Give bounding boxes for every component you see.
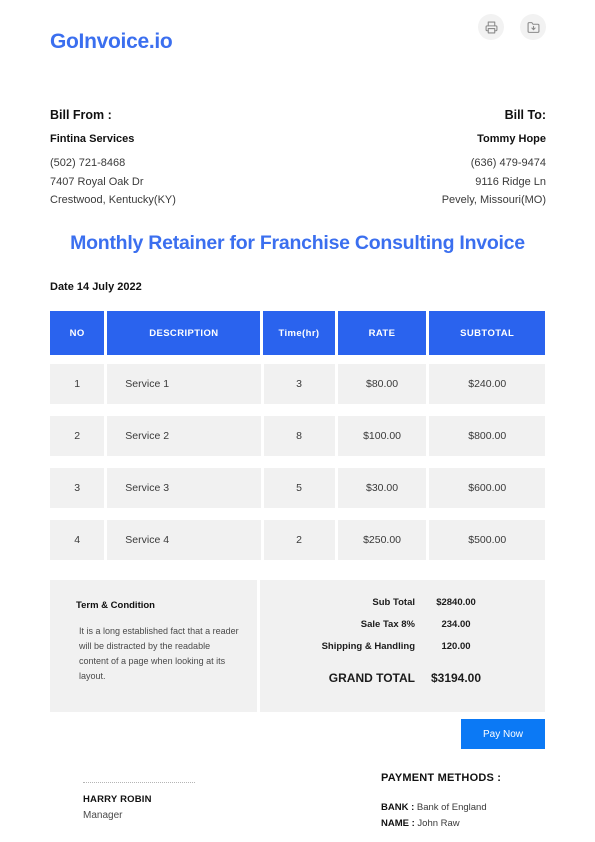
table-body: 1 Service 1 3 $80.00 $240.00 2 Service 2 8 $100.… [50,364,545,560]
bill-from-name: Fintina Services [50,133,135,145]
signature-line [83,782,195,783]
signature-role: Manager [83,810,123,821]
cell-time: 8 [263,416,335,456]
shipping-row: Shipping & Handling 120.00 [260,641,497,652]
invoice-title: Monthly Retainer for Franchise Consultin… [70,232,525,254]
cell-time: 2 [263,520,335,560]
payment-name-label: NAME : [381,818,415,829]
cell-description: Service 3 [107,468,261,508]
table-header: NO DESCRIPTION Time(hr) RATE SUBTOTAL [50,311,545,355]
totals-block: Sub Total $2840.00 Sale Tax 8% 234.00 Sh… [260,580,545,712]
column-header-description: DESCRIPTION [107,311,261,355]
bill-from-address-line1: 7407 Royal Oak Dr [50,175,144,188]
print-button[interactable] [478,14,504,40]
tax-label: Sale Tax 8% [360,619,415,630]
invoice-page: GoInvoice.io Bill From: Fintina Service… [0,0,595,842]
terms-and-conditions-block: Term & Condition It is a long establishe… [50,580,257,712]
bill-to-phone: (636) 479-9474 [470,157,546,169]
signature-block: HARRY ROBIN Manager [83,782,243,821]
payment-methods-block: PAYMENT METHODS : BANK : Bank of England… [381,772,501,832]
cell-description: Service 1 [107,364,261,404]
subtotal-label: Sub Total [372,597,415,608]
bill-from-block: Bill From : Fintina Services (502) 721-8… [50,108,176,210]
cell-rate: $30.00 [337,468,427,508]
cell-no: 1 [50,364,105,404]
invoice-date: Date 14 July 2022 [50,281,142,293]
cell-rate: $80.00 [337,364,427,404]
column-header-time: Time(hr) [263,311,335,355]
subtotal-value: $2840.00 [436,597,476,608]
payment-name-value: John Raw [417,818,460,829]
bill-to-address-line2: Pevely, Missouri(MO) [441,194,546,206]
subtotal-row: Sub Total $2840.00 [260,597,497,608]
payment-bank-value: Bank of England [416,802,487,813]
cell-description: Service 4 [107,520,261,560]
bill-to-heading: Bill To: [504,108,546,122]
cell-no: 2 [50,416,105,456]
column-header-rate: RATE [337,311,427,355]
bill-to-name: Tommy Hope [477,133,546,145]
download-folder-icon [527,21,540,34]
grand-total-value: $3194.00 [430,671,482,685]
billing-section: Bill From : Fintina Services (502) 721-8… [50,108,546,210]
bill-to-block: Bill To: Tommy Hope (636) 479-9474 9116 … [442,108,546,210]
shipping-label: Shipping & Handling [321,641,415,652]
cell-rate: $250.00 [337,520,427,560]
table-row: 1 Service 1 3 $80.00 $240.00 [50,364,545,404]
terms-body: It is a long established fact that a rea… [79,626,239,681]
cell-no: 4 [50,520,105,560]
top-bar: GoInvoice.io [0,0,595,72]
cell-subtotal: $800.00 [429,416,545,456]
toolbar-actions [478,14,546,40]
payment-name-row: NAME : John Raw [381,816,501,832]
pay-now-button[interactable]: Pay Now [461,719,545,749]
bill-to-address-line1: 9116 Ridge Ln [475,175,546,188]
grand-total-row: GRAND TOTAL $3194.00 [260,671,497,685]
tax-row: Sale Tax 8% 234.00 [260,619,497,630]
cell-subtotal: $240.00 [429,364,545,404]
bill-from-address-line2: Crestwood, Kentucky(KY) [50,194,176,206]
cell-rate: $100.00 [337,416,427,456]
line-items-table: NO DESCRIPTION Time(hr) RATE SUBTOTAL 1S… [50,311,545,572]
bill-from-phone: (502) 721-8468 [50,157,126,169]
tax-value: 234.00 [441,619,471,630]
column-header-subtotal: SUBTOTAL [429,311,545,355]
payment-bank-label: BANK : [381,802,415,813]
printer-icon [485,21,498,34]
payment-bank-row: BANK : Bank of England [381,800,501,816]
payment-methods-title: PAYMENT METHODS : [381,772,502,784]
cell-description: Service 2 [107,416,261,456]
cell-subtotal: $600.00 [429,468,545,508]
cell-no: 3 [50,468,105,508]
column-header-no: NO [50,311,105,355]
table-row: 3 Service 3 5 $30.00 $600.00 [50,468,545,508]
shipping-value: 120.00 [441,641,471,652]
summary-section: Term & Condition It is a long establishe… [50,580,545,712]
cell-time: 3 [263,364,335,404]
bill-from-heading: Bill From : [50,108,112,122]
download-button[interactable] [520,14,546,40]
terms-title: Term & Condition [76,600,155,611]
cell-subtotal: $500.00 [429,520,545,560]
brand-logo: GoInvoice.io [50,30,173,53]
table-row: 4 Service 4 2 $250.00 $500.00 [50,520,545,560]
grand-total-label: GRAND TOTAL [328,671,415,685]
table-row: 2 Service 2 8 $100.00 $800.00 [50,416,545,456]
signature-name: HARRY ROBIN [83,794,152,805]
cell-time: 5 [263,468,335,508]
